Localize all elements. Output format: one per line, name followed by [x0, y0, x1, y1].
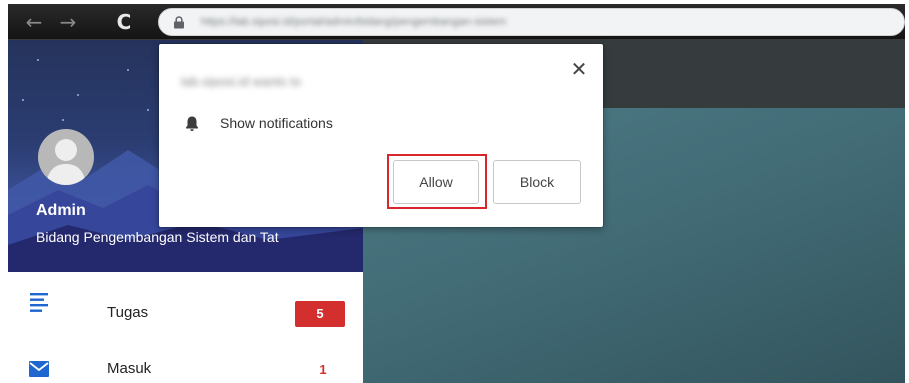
notification-permission-popup: lab.siposi.id wants to ✕ Show notificati…: [159, 44, 603, 227]
sidebar-menu: Tugas 5 Masuk 1: [8, 272, 363, 383]
user-silhouette-icon: [46, 139, 86, 185]
user-role: Bidang Pengembangan Sistem dan Tat: [36, 229, 279, 245]
permission-description: Show notifications: [220, 115, 333, 131]
block-button[interactable]: Block: [493, 160, 581, 204]
reload-icon[interactable]: C: [112, 10, 136, 34]
sidebar-item-label: Tugas: [107, 304, 149, 321]
list-lines-icon: [30, 293, 48, 312]
sidebar-item-label: Masuk: [107, 360, 152, 377]
user-name: Admin: [36, 202, 86, 219]
browser-toolbar: ← → C https://lab.siposi.id/portal/admin…: [8, 4, 905, 40]
close-icon[interactable]: ✕: [568, 58, 590, 80]
mail-envelope-icon: [29, 361, 49, 377]
site-origin-text: lab.siposi.id wants to: [181, 74, 301, 88]
sidebar-item-tugas[interactable]: Tugas 5: [8, 290, 363, 338]
bell-icon: [186, 116, 198, 131]
url-text[interactable]: https://lab.siposi.id/portal/admin/bidan…: [201, 16, 851, 28]
back-arrow-icon[interactable]: ←: [22, 10, 46, 34]
allow-button[interactable]: Allow: [393, 160, 479, 204]
count-badge: 1: [319, 362, 327, 377]
forward-arrow-icon[interactable]: →: [56, 10, 80, 34]
address-bar[interactable]: https://lab.siposi.id/portal/admin/bidan…: [158, 8, 905, 36]
count-badge: 5: [295, 301, 345, 327]
avatar[interactable]: [38, 129, 94, 185]
sidebar-item-masuk[interactable]: Masuk 1: [8, 346, 363, 383]
lock-icon[interactable]: [173, 16, 185, 29]
